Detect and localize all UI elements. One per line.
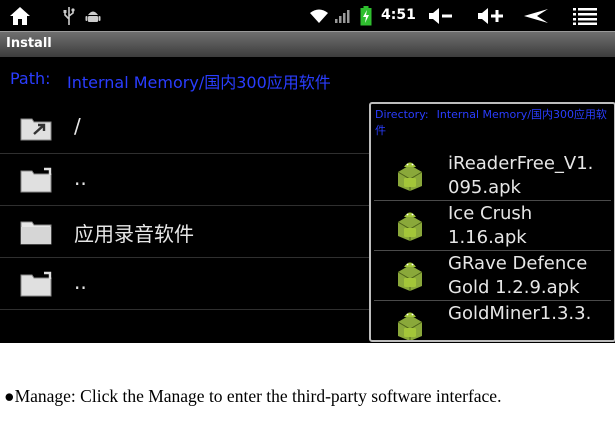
- apk-file-name: GRave Defence Gold 1.2.9.apk: [448, 253, 588, 298]
- folder-up-icon: [20, 165, 52, 193]
- apk-list-item[interactable]: iReaderFree_V1. 095.apk: [374, 150, 611, 201]
- apk-file-name: iReaderFree_V1. 095.apk: [448, 153, 594, 198]
- volume-down-icon[interactable]: [427, 5, 455, 27]
- back-icon[interactable]: [522, 5, 550, 27]
- apk-directory-popup: Directory: Internal Memory/国内300应用软件 iRea…: [369, 102, 615, 342]
- android-apk-icon: [395, 258, 425, 292]
- file-name: ..: [74, 270, 87, 294]
- apk-list-item[interactable]: GRave Defence Gold 1.2.9.apk: [374, 250, 611, 301]
- file-name: 应用录音软件: [74, 222, 194, 246]
- manual-caption: ●Manage: Click the Manage to enter the t…: [4, 386, 502, 406]
- clock: 4:51: [381, 7, 416, 23]
- android-apk-icon: [395, 308, 425, 340]
- apk-list-item[interactable]: Ice Crush 1.16.apk: [374, 200, 611, 251]
- directory-label: Directory:: [375, 108, 429, 121]
- path-label: Path:: [10, 69, 51, 88]
- menu-icon[interactable]: [572, 5, 598, 27]
- signal-icon: [333, 5, 351, 27]
- app-title: Install: [6, 36, 52, 51]
- wifi-icon: [308, 5, 330, 27]
- battery-icon: [359, 5, 373, 27]
- volume-up-icon[interactable]: [476, 5, 506, 27]
- status-bar: 4:51: [0, 0, 615, 31]
- usb-icon: [62, 5, 76, 27]
- file-name: /: [74, 114, 81, 138]
- file-name: ..: [74, 166, 87, 190]
- android-debug-icon: [84, 5, 102, 27]
- folder-up-icon: [20, 113, 52, 141]
- path-value: Internal Memory/国内300应用软件: [67, 73, 331, 92]
- apk-file-name: GoldMiner1.3.3.: [448, 303, 592, 324]
- path-bar: Path: Internal Memory/国内300应用软件: [0, 57, 615, 101]
- app-title-bar: Install: [0, 31, 615, 57]
- android-apk-icon: [395, 158, 425, 192]
- apk-list-item[interactable]: GoldMiner1.3.3.: [374, 300, 611, 340]
- apk-file-name: Ice Crush 1.16.apk: [448, 203, 533, 248]
- home-icon[interactable]: [8, 5, 32, 27]
- folder-icon: [20, 217, 52, 245]
- popup-directory: Directory: Internal Memory/国内300应用软件: [375, 107, 607, 139]
- android-apk-icon: [395, 208, 425, 242]
- device-screen: 4:51 Install Path: Internal Memory/国内300…: [0, 0, 615, 343]
- folder-up-icon: [20, 269, 52, 297]
